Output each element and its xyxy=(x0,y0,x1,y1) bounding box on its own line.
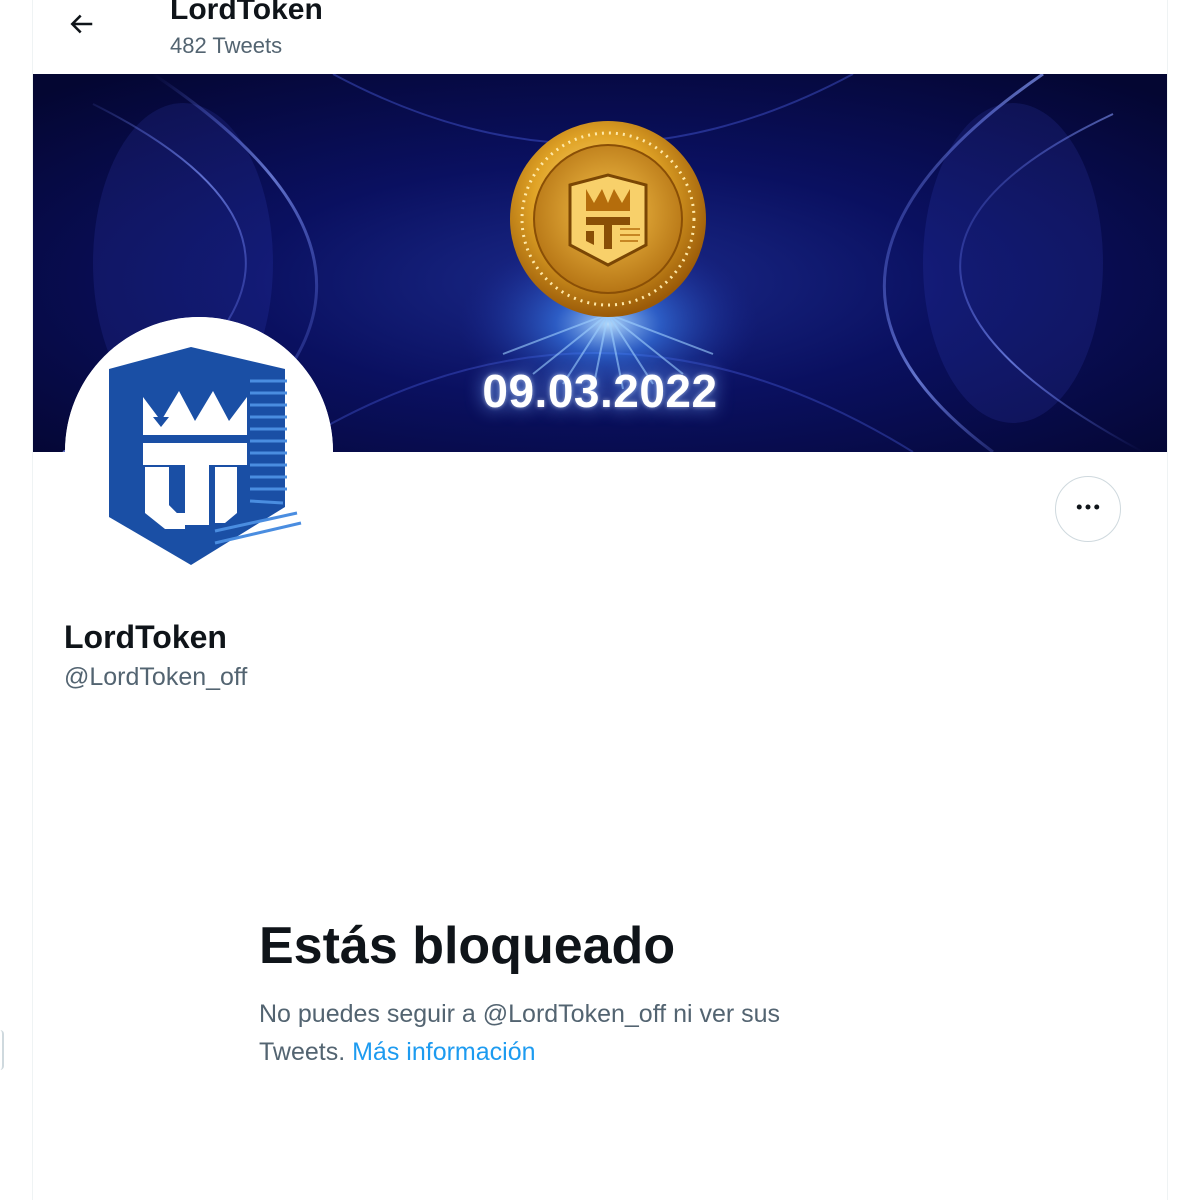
profile-name: LordToken xyxy=(64,619,227,655)
more-options-button[interactable] xyxy=(1055,476,1121,542)
tweet-count: 482 Tweets xyxy=(170,33,283,58)
lordtoken-logo-icon xyxy=(65,317,333,585)
back-button[interactable] xyxy=(59,4,103,48)
learn-more-link[interactable]: Más información xyxy=(352,1038,535,1066)
blocked-message-line1: No puedes seguir a @LordToken_off ni ver… xyxy=(259,1000,781,1028)
profile-avatar[interactable] xyxy=(65,317,333,585)
arrow-left-icon xyxy=(66,9,96,44)
blocked-title: Estás bloqueado xyxy=(259,917,676,975)
blocked-message-line2: Tweets. xyxy=(259,1038,346,1066)
blocked-message: No puedes seguir a @LordToken_off ni ver… xyxy=(259,995,879,1071)
left-edge-scroll-indicator xyxy=(0,1030,4,1070)
profile-header: LordToken 482 Tweets xyxy=(33,0,1167,74)
more-horizontal-icon xyxy=(1073,492,1103,527)
header-title: LordToken xyxy=(170,0,323,26)
profile-handle: @LordToken_off xyxy=(64,663,248,691)
profile-column: LordToken 482 Tweets 09.03.2022 LordToke… xyxy=(32,0,1168,1200)
